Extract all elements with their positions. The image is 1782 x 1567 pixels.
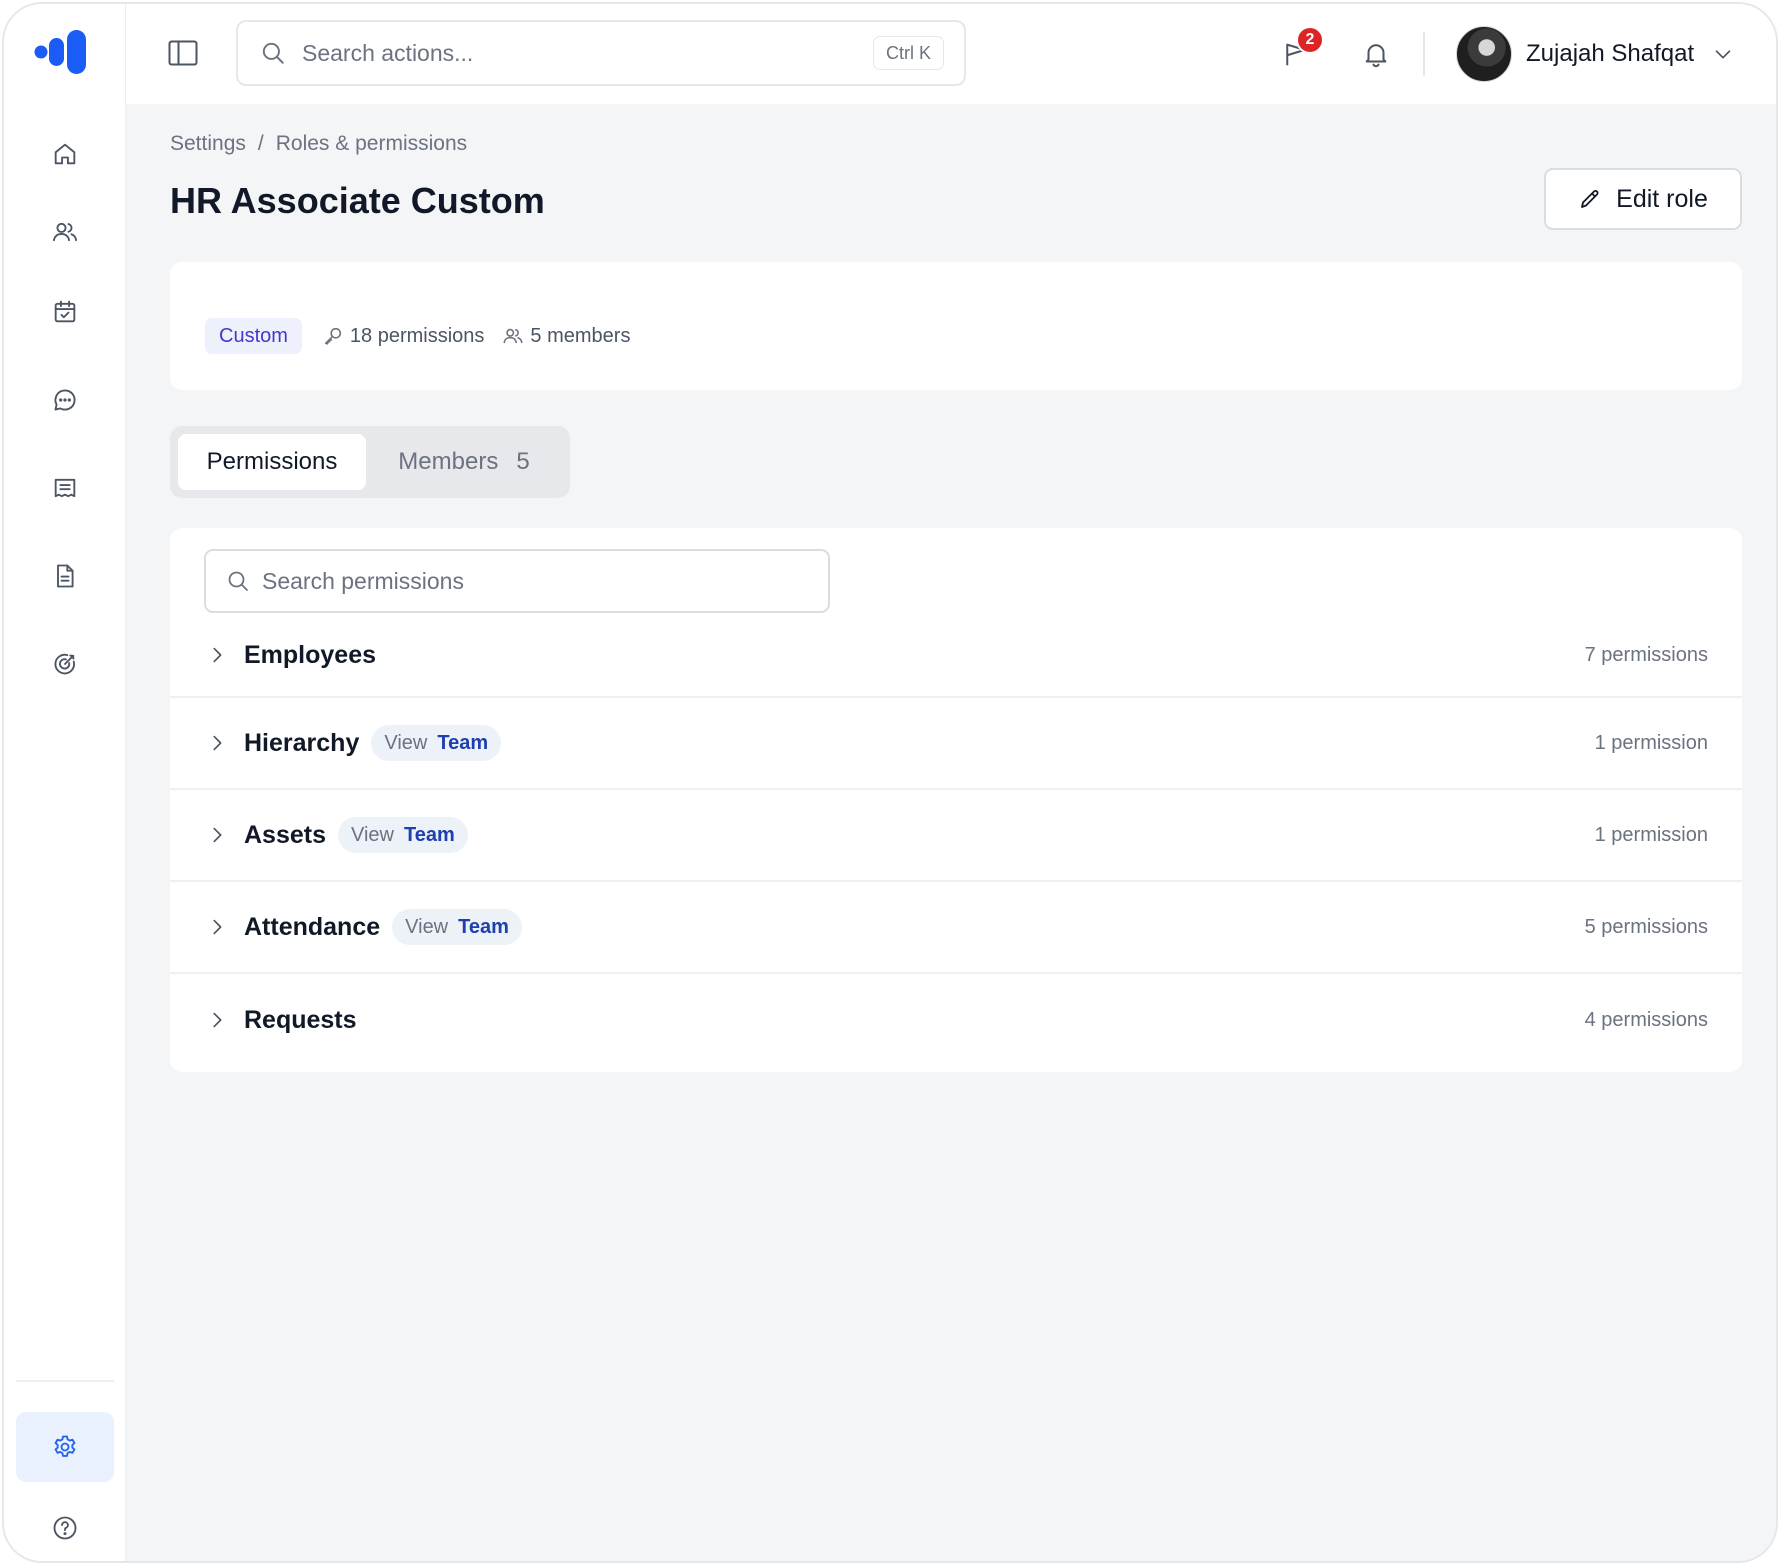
permission-group-count: 5 permissions — [1584, 915, 1708, 938]
permission-group-name: Attendance — [244, 912, 381, 941]
help-icon — [53, 1516, 77, 1540]
topbar: Ctrl K 2 Zujajah Shafqat — [126, 4, 1776, 104]
page-title: HR Associate Custom — [170, 180, 545, 221]
user-name: Zujajah Shafqat — [1526, 40, 1695, 67]
permission-group-count: 7 permissions — [1584, 643, 1708, 666]
members-count: 5 members — [530, 324, 631, 347]
users-icon — [503, 328, 523, 344]
notifications-button[interactable] — [1354, 32, 1398, 76]
search-input[interactable] — [302, 39, 842, 67]
sidebar-item-help[interactable] — [16, 1496, 114, 1560]
permission-group-name: Hierarchy — [244, 728, 360, 757]
key-icon — [324, 327, 342, 345]
scope-pill: View Team — [371, 725, 502, 761]
tab-permissions-label: Permissions — [206, 448, 338, 475]
permission-group-count: 1 permission — [1594, 731, 1708, 754]
user-menu[interactable]: Zujajah Shafqat — [1456, 26, 1734, 82]
logo-icon — [34, 30, 86, 74]
tab-permissions[interactable]: Permissions — [178, 434, 366, 490]
chevron-down-icon — [1715, 50, 1731, 59]
role-type-tag: Custom — [205, 318, 302, 354]
chevron-right-icon — [213, 1012, 222, 1028]
chevron-right-icon — [213, 827, 222, 843]
chat-icon — [54, 389, 76, 411]
breadcrumb-roles[interactable]: Roles & permissions — [276, 132, 467, 156]
edit-role-button[interactable]: Edit role — [1544, 168, 1742, 230]
permission-group-employees[interactable]: Employees 7 permissions — [170, 614, 1742, 698]
tab-members-label: Members — [398, 448, 499, 475]
chevron-right-icon — [213, 647, 222, 663]
app-logo[interactable] — [34, 30, 90, 74]
scope-pill: View Team — [338, 817, 468, 853]
breadcrumb-settings[interactable]: Settings — [170, 132, 246, 156]
sidebar-item-calendar[interactable] — [16, 280, 114, 344]
target-icon — [54, 653, 75, 675]
bell-icon — [1365, 44, 1387, 68]
permission-group-count: 4 permissions — [1584, 1008, 1708, 1031]
scope-action: View — [384, 731, 428, 754]
sidebar-item-settings[interactable] — [16, 1412, 114, 1482]
scope-level: Team — [437, 731, 489, 754]
sidebar-panel-icon — [168, 40, 198, 66]
pencil-icon — [1581, 190, 1599, 208]
home-icon — [54, 143, 76, 165]
main-content: Settings / Roles & permissions HR Associ… — [126, 104, 1776, 1561]
sidebar-item-home[interactable] — [16, 122, 114, 186]
permissions-meta: 18 permissions — [322, 324, 485, 348]
scope-action: View — [405, 915, 449, 938]
role-summary-row: Custom 18 permissions 5 members — [205, 318, 630, 354]
sidebar-divider — [16, 1380, 114, 1382]
chevron-right-icon — [213, 919, 222, 935]
sidebar — [4, 4, 126, 1561]
sidebar-item-payroll[interactable] — [16, 456, 114, 520]
role-summary-card: Custom 18 permissions 5 members — [170, 262, 1742, 390]
search-icon — [262, 42, 284, 64]
tab-members[interactable]: Members 5 — [366, 434, 562, 490]
tab-members-count: 5 — [516, 448, 530, 475]
permission-group-name: Requests — [244, 1005, 357, 1034]
permission-group-count: 1 permission — [1594, 823, 1708, 846]
topbar-divider — [1423, 32, 1425, 76]
document-icon — [57, 564, 74, 588]
permissions-count: 18 permissions — [349, 324, 485, 347]
sidebar-item-people[interactable] — [16, 200, 114, 264]
scope-level: Team — [404, 823, 455, 846]
role-tabs: Permissions Members 5 — [170, 426, 570, 498]
global-search[interactable]: Ctrl K — [236, 20, 966, 86]
permissions-card: Employees 7 permissions Hierarchy View T… — [170, 528, 1742, 1072]
receipt-icon — [54, 478, 76, 498]
permission-group-assets[interactable]: Assets View Team 1 permission — [170, 790, 1742, 882]
settings-icon — [54, 1435, 76, 1457]
app-window: Ctrl K 2 Zujajah Shafqat Settings / Role… — [2, 2, 1778, 1563]
sidebar-item-chat[interactable] — [16, 368, 114, 432]
announcements-button[interactable]: 2 — [1274, 26, 1324, 76]
keyboard-shortcut: Ctrl K — [873, 36, 944, 70]
permissions-search-input[interactable] — [262, 567, 822, 595]
users-icon — [52, 222, 78, 242]
search-icon — [228, 571, 248, 591]
permission-group-name: Assets — [244, 820, 326, 849]
permission-group-requests[interactable]: Requests 4 permissions — [170, 974, 1742, 1066]
scope-pill: View Team — [392, 909, 522, 945]
members-meta: 5 members — [502, 325, 630, 348]
breadcrumb: Settings / Roles & permissions — [170, 132, 467, 156]
scope-level: Team — [458, 915, 509, 938]
permissions-search[interactable] — [204, 549, 830, 613]
calendar-check-icon — [54, 300, 76, 323]
edit-role-label: Edit role — [1616, 184, 1708, 213]
sidebar-toggle-button[interactable] — [168, 40, 198, 66]
scope-action: View — [351, 823, 394, 846]
permission-group-hierarchy[interactable]: Hierarchy View Team 1 permission — [170, 698, 1742, 790]
avatar — [1456, 26, 1512, 82]
chevron-right-icon — [213, 735, 222, 751]
breadcrumb-separator: / — [257, 132, 264, 155]
sidebar-item-documents[interactable] — [16, 544, 114, 608]
sidebar-item-goals[interactable] — [16, 632, 114, 696]
permission-group-name: Employees — [244, 640, 377, 669]
permission-group-attendance[interactable]: Attendance View Team 5 permissions — [170, 882, 1742, 974]
notification-badge: 2 — [1296, 26, 1324, 54]
